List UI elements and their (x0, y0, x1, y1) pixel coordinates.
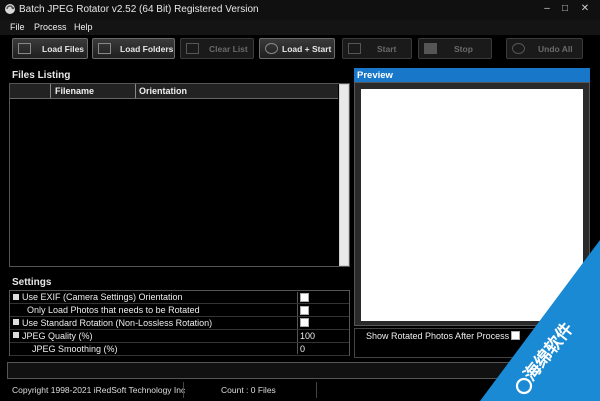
scrollbar-thumb[interactable] (340, 85, 348, 265)
maximize-button[interactable]: □ (558, 3, 572, 15)
status-divider (183, 382, 184, 398)
image-file-icon (18, 43, 31, 54)
row-bullet (13, 332, 19, 338)
gear-icon (265, 43, 278, 54)
clear-list-button[interactable]: Clear List (180, 38, 254, 59)
window-title: Batch JPEG Rotator v2.52 (64 Bit) Regist… (19, 4, 259, 15)
app-icon (5, 4, 15, 14)
settings-title: Settings (12, 277, 52, 288)
row-bullet (13, 319, 19, 325)
load-folders-button[interactable]: Load Folders (92, 38, 175, 59)
setting-only-rotate-label: Only Load Photos that needs to be Rotate… (27, 305, 200, 315)
preview-title: Preview (357, 70, 393, 81)
close-button[interactable]: ✕ (578, 3, 592, 15)
files-list[interactable] (9, 83, 350, 267)
minimize-button[interactable]: – (540, 3, 554, 15)
load-files-label: Load Files (42, 44, 85, 54)
column-separator (135, 84, 136, 98)
load-folders-label: Load Folders (120, 44, 174, 54)
jpeg-smoothing-value[interactable]: 0 (300, 344, 305, 354)
start-button[interactable]: Start (342, 38, 412, 59)
setting-jpeg-smoothing-label: JPEG Smoothing (%) (32, 344, 118, 354)
folder-icon (98, 43, 111, 54)
watermark-logo: 海绵软件 (480, 240, 600, 401)
clear-icon (186, 43, 199, 54)
column-separator (50, 84, 51, 98)
play-icon (348, 43, 361, 54)
copyright-text: Copyright 1998-2021 iRedSoft Technology … (12, 385, 186, 395)
menu-process[interactable]: Process (34, 22, 67, 32)
column-header-orientation[interactable]: Orientation (139, 86, 187, 96)
load-files-button[interactable]: Load Files (12, 38, 88, 59)
stop-icon (424, 43, 437, 54)
undo-icon (512, 43, 525, 54)
column-header-filename[interactable]: Filename (55, 86, 94, 96)
undo-all-label: Undo All (538, 44, 573, 54)
standard-rotation-checkbox[interactable] (300, 318, 309, 327)
jpeg-quality-value[interactable]: 100 (300, 331, 315, 341)
exif-checkbox[interactable] (300, 293, 309, 302)
stop-button[interactable]: Stop (418, 38, 492, 59)
stop-label: Stop (454, 44, 473, 54)
setting-standard-rotation-label: Use Standard Rotation (Non-Lossless Rota… (22, 318, 213, 328)
file-count: Count : 0 Files (221, 385, 276, 395)
files-listing-title: Files Listing (12, 70, 71, 81)
load-start-button[interactable]: Load + Start (259, 38, 335, 59)
clear-list-label: Clear List (209, 44, 248, 54)
setting-exif-label: Use EXIF (Camera Settings) Orientation (22, 292, 183, 302)
menu-file[interactable]: File (10, 22, 25, 32)
load-start-label: Load + Start (282, 44, 332, 54)
row-bullet (13, 294, 19, 300)
status-divider (316, 382, 317, 398)
start-label: Start (377, 44, 397, 54)
setting-jpeg-quality-label: JPEG Quality (%) (22, 331, 93, 341)
only-rotate-checkbox[interactable] (300, 306, 309, 315)
undo-all-button[interactable]: Undo All (506, 38, 583, 59)
menu-help[interactable]: Help (74, 22, 93, 32)
